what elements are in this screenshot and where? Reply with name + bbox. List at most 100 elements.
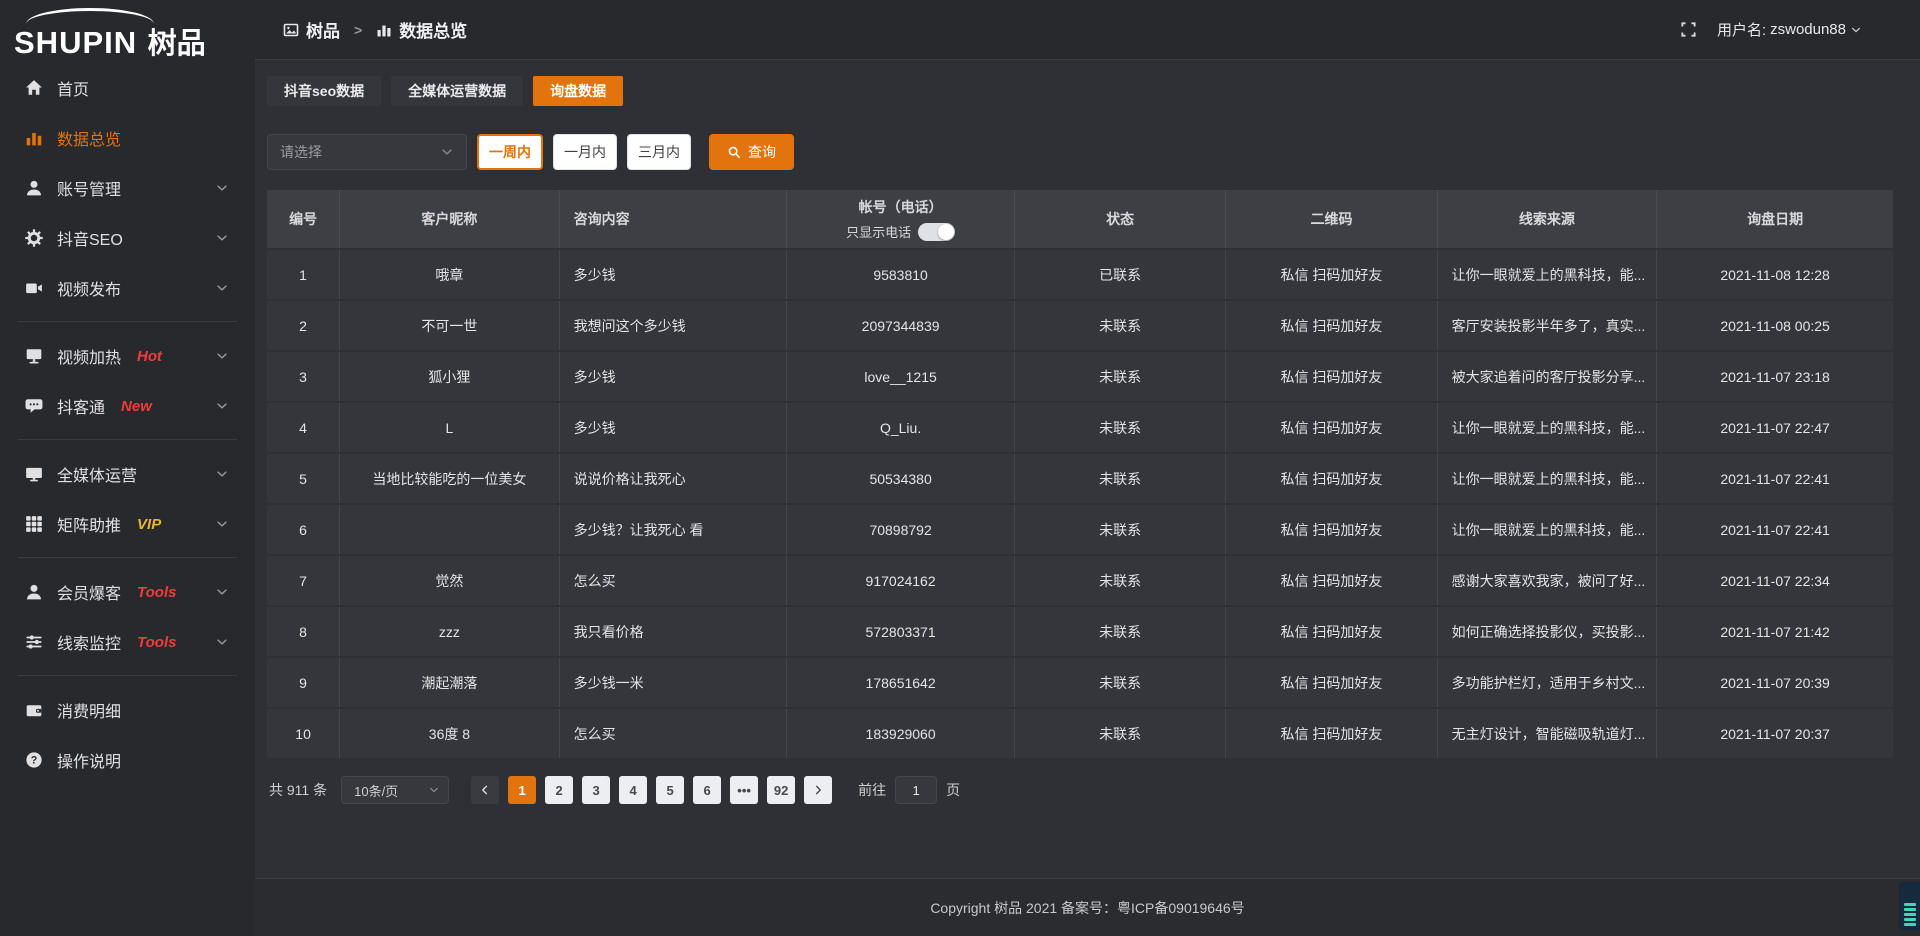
chevron-down-icon bbox=[215, 349, 229, 363]
sidebar-item-label: 视频加热 bbox=[57, 344, 121, 368]
chevron-down-icon bbox=[428, 784, 440, 796]
cell-account: 9583810 bbox=[787, 250, 1015, 299]
cell-no: 8 bbox=[267, 607, 340, 656]
sidebar-item[interactable]: 首页 bbox=[0, 63, 255, 113]
table-row: 5当地比较能吃的一位美女说说价格让我死心50534380未联系私信 扫码加好友让… bbox=[267, 454, 1893, 503]
phone-only-toggle[interactable] bbox=[918, 223, 955, 241]
cell-nickname: 潮起潮落 bbox=[340, 658, 560, 707]
cell-source-link[interactable]: 无主灯设计，智能磁吸轨道灯... bbox=[1438, 709, 1658, 758]
breadcrumb-item-home[interactable]: 树品 bbox=[306, 17, 340, 42]
page-number-button[interactable]: 3 bbox=[582, 776, 610, 804]
search-button-label: 查询 bbox=[748, 142, 776, 162]
cell-content: 多少钱 bbox=[560, 352, 788, 401]
sidebar-item[interactable]: 视频发布 bbox=[0, 263, 255, 313]
topbar-right: 用户名: zswodun88 bbox=[1680, 19, 1862, 40]
tab-全媒体运营数据[interactable]: 全媒体运营数据 bbox=[391, 76, 523, 106]
sidebar-item[interactable]: 矩阵助推VIP bbox=[0, 499, 255, 549]
sidebar-item[interactable]: 抖客通New bbox=[0, 381, 255, 431]
phone-only-label: 只显示电话 bbox=[846, 222, 911, 241]
sidebar-item[interactable]: 消费明细 bbox=[0, 685, 255, 735]
sidebar-item[interactable]: 全媒体运营 bbox=[0, 449, 255, 499]
cell-no: 4 bbox=[267, 403, 340, 452]
cell-source-link[interactable]: 让你一眼就爱上的黑科技，能... bbox=[1438, 454, 1658, 503]
data-tabs: 抖音seo数据全媒体运营数据询盘数据 bbox=[267, 76, 1920, 106]
column-header-no: 编号 bbox=[267, 190, 340, 248]
cell-source-link[interactable]: 多功能护栏灯，适用于乡村文... bbox=[1438, 658, 1658, 707]
sidebar-divider bbox=[18, 557, 237, 558]
goto-page-suffix: 页 bbox=[946, 780, 960, 800]
sidebar-divider bbox=[18, 675, 237, 676]
cell-account: Q_Liu. bbox=[787, 403, 1015, 452]
chevron-down-icon bbox=[215, 281, 229, 295]
sidebar-item[interactable]: 抖音SEO bbox=[0, 213, 255, 263]
cell-qrcode-link[interactable]: 私信 扫码加好友 bbox=[1226, 607, 1437, 656]
next-page-button[interactable] bbox=[804, 776, 832, 804]
mini-bar bbox=[1904, 903, 1916, 906]
breadcrumb-separator: > bbox=[354, 22, 362, 38]
cell-qrcode-link[interactable]: 私信 扫码加好友 bbox=[1226, 250, 1437, 299]
cell-qrcode-link[interactable]: 私信 扫码加好友 bbox=[1226, 658, 1437, 707]
username-label: 用户名: bbox=[1717, 19, 1766, 40]
cell-qrcode-link[interactable]: 私信 扫码加好友 bbox=[1226, 556, 1437, 605]
fullscreen-icon[interactable] bbox=[1680, 21, 1697, 38]
cell-qrcode-link[interactable]: 私信 扫码加好友 bbox=[1226, 505, 1437, 554]
cell-qrcode-link[interactable]: 私信 扫码加好友 bbox=[1226, 301, 1437, 350]
goto-page-input[interactable] bbox=[895, 776, 937, 804]
tab-询盘数据[interactable]: 询盘数据 bbox=[533, 76, 623, 106]
page-number-button[interactable]: 92 bbox=[767, 776, 795, 804]
cell-content: 多少钱 bbox=[560, 403, 788, 452]
cell-qrcode-link[interactable]: 私信 扫码加好友 bbox=[1226, 352, 1437, 401]
page-number-button[interactable]: 2 bbox=[545, 776, 573, 804]
wallet-icon bbox=[25, 701, 43, 719]
prev-page-button[interactable] bbox=[471, 776, 499, 804]
sidebar-item[interactable]: 数据总览 bbox=[0, 113, 255, 163]
table-row: 6多少钱？让我死心 看70898792未联系私信 扫码加好友让你一眼就爱上的黑科… bbox=[267, 505, 1893, 554]
sidebar-item[interactable]: 线索监控Tools bbox=[0, 617, 255, 667]
cell-qrcode-link[interactable]: 私信 扫码加好友 bbox=[1226, 709, 1437, 758]
column-header-date: 询盘日期 bbox=[1657, 190, 1893, 248]
mini-bar bbox=[1904, 908, 1916, 911]
cell-no: 5 bbox=[267, 454, 340, 503]
cell-content: 多少钱 bbox=[560, 250, 788, 299]
cell-nickname: L bbox=[340, 403, 560, 452]
sidebar-item-label: 账号管理 bbox=[57, 176, 121, 200]
cell-date: 2021-11-08 12:28 bbox=[1657, 250, 1893, 299]
sidebar-item[interactable]: 视频加热Hot bbox=[0, 331, 255, 381]
period-button[interactable]: 三月内 bbox=[627, 134, 691, 170]
page-size-select[interactable]: 10条/页 bbox=[341, 776, 449, 804]
sidebar-item-badge: New bbox=[121, 398, 152, 415]
period-buttons: 一周内一月内三月内 bbox=[477, 134, 691, 170]
cell-source-link[interactable]: 被大家追着问的客厅投影分享... bbox=[1438, 352, 1658, 401]
cell-account: 183929060 bbox=[787, 709, 1015, 758]
tab-抖音seo数据[interactable]: 抖音seo数据 bbox=[267, 76, 381, 106]
cell-source-link[interactable]: 让你一眼就爱上的黑科技，能... bbox=[1438, 505, 1658, 554]
cell-qrcode-link[interactable]: 私信 扫码加好友 bbox=[1226, 454, 1437, 503]
cell-source-link[interactable]: 感谢大家喜欢我家，被问了好... bbox=[1438, 556, 1658, 605]
search-button[interactable]: 查询 bbox=[709, 134, 794, 170]
period-button[interactable]: 一月内 bbox=[553, 134, 617, 170]
chevron-down-icon bbox=[215, 635, 229, 649]
cell-source-link[interactable]: 让你一眼就爱上的黑科技，能... bbox=[1438, 403, 1658, 452]
page-ellipsis-button[interactable]: ••• bbox=[730, 776, 758, 804]
sidebar-item[interactable]: 会员爆客Tools bbox=[0, 567, 255, 617]
cell-source-link[interactable]: 客厅安装投影半年多了，真实... bbox=[1438, 301, 1658, 350]
mini-chart-widget[interactable] bbox=[1899, 882, 1920, 930]
user-icon bbox=[25, 179, 43, 197]
cell-qrcode-link[interactable]: 私信 扫码加好友 bbox=[1226, 403, 1437, 452]
sidebar-item-label: 消费明细 bbox=[57, 698, 121, 722]
page-number-button[interactable]: 4 bbox=[619, 776, 647, 804]
sidebar: SHUPIN 树品 首页数据总览账号管理抖音SEO视频发布视频加热Hot抖客通N… bbox=[0, 0, 255, 936]
username: zswodun88 bbox=[1770, 21, 1846, 38]
user-menu[interactable]: 用户名: zswodun88 bbox=[1717, 19, 1862, 40]
cell-source-link[interactable]: 让你一眼就爱上的黑科技，能... bbox=[1438, 250, 1658, 299]
sidebar-item[interactable]: ?操作说明 bbox=[0, 735, 255, 785]
cell-account: 917024162 bbox=[787, 556, 1015, 605]
page-number-button[interactable]: 6 bbox=[693, 776, 721, 804]
sidebar-item-label: 线索监控 bbox=[57, 630, 121, 654]
filter-select[interactable]: 请选择 bbox=[267, 134, 467, 170]
period-button[interactable]: 一周内 bbox=[477, 134, 543, 170]
page-number-button[interactable]: 1 bbox=[508, 776, 536, 804]
sidebar-item[interactable]: 账号管理 bbox=[0, 163, 255, 213]
page-number-button[interactable]: 5 bbox=[656, 776, 684, 804]
cell-source-link[interactable]: 如何正确选择投影仪，买投影... bbox=[1438, 607, 1658, 656]
